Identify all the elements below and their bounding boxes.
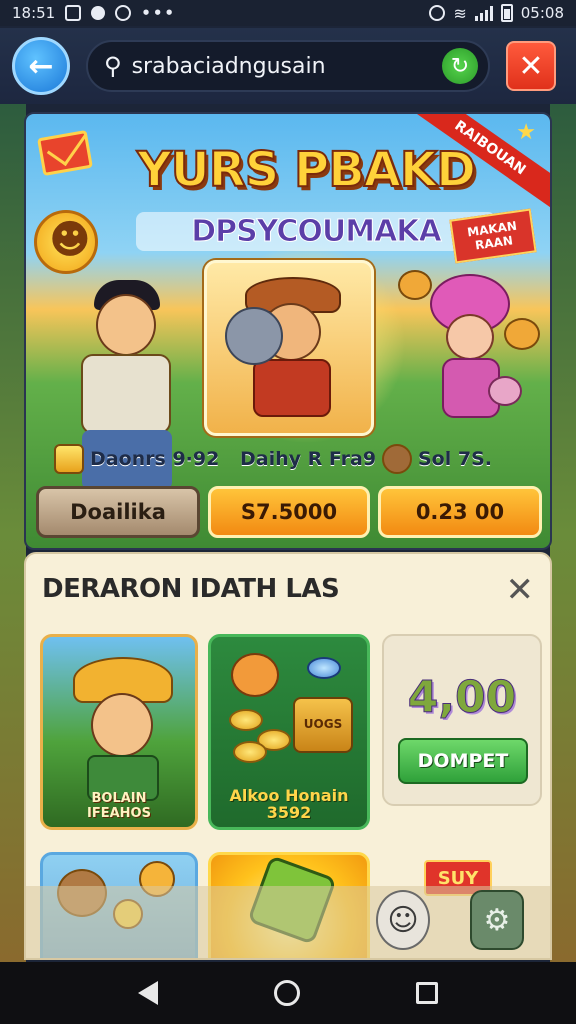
nav-home-icon[interactable] bbox=[274, 980, 300, 1006]
treasure-barrel-icon: UOGS bbox=[293, 697, 353, 753]
refresh-icon: ↻ bbox=[450, 53, 470, 79]
gear-icon: ⚙ bbox=[483, 902, 511, 938]
search-bar[interactable]: ⚲ srabaciadngusain ↻ bbox=[86, 40, 490, 92]
arrow-left-icon: ← bbox=[28, 48, 54, 84]
coin-icon bbox=[229, 709, 263, 731]
panel-title: DERARON IDATH LAS bbox=[42, 574, 340, 604]
settings-button[interactable]: ⚙ bbox=[470, 890, 524, 950]
gem-coin-icon bbox=[307, 657, 341, 679]
pet-icon bbox=[382, 444, 412, 474]
close-button[interactable]: ✕ bbox=[506, 41, 556, 91]
close-icon: ✕ bbox=[505, 570, 535, 610]
search-icon: ⚲ bbox=[104, 52, 122, 80]
explorer-character bbox=[225, 277, 351, 427]
more-notifications-icon: ••• bbox=[141, 4, 176, 22]
chest-icon bbox=[54, 444, 84, 474]
explorer-character bbox=[73, 657, 173, 801]
cat-critter-icon bbox=[504, 318, 540, 350]
nav-back-icon[interactable] bbox=[138, 981, 158, 1005]
card-caption: BOLAIN IFEAHOS bbox=[87, 791, 151, 821]
pink-hair-character bbox=[416, 274, 526, 444]
status-bar: 18:51 ••• ≋ 05:08 bbox=[0, 0, 576, 26]
mail-icon[interactable] bbox=[37, 129, 93, 177]
screenshot-icon bbox=[65, 5, 82, 21]
chat-bubble-icon: ☺ bbox=[387, 902, 419, 938]
search-input[interactable]: srabaciadngusain bbox=[132, 54, 442, 79]
promo-banner[interactable]: RAIBOUAN ★ YURS PBAKD DPSYCOUMAKA MAKAN … bbox=[24, 112, 552, 550]
card-caption: Alkoo Honain 3592 bbox=[229, 786, 349, 822]
system-nav-bar bbox=[0, 962, 576, 1024]
sync-icon bbox=[115, 5, 132, 21]
wallet-card: 4,00 DOMPET bbox=[382, 634, 542, 806]
status-time-right: 05:08 bbox=[520, 4, 564, 22]
cat-icon bbox=[231, 653, 279, 697]
pink-critter-icon bbox=[488, 376, 522, 406]
top-toolbar: ← ⚲ srabaciadngusain ↻ ✕ bbox=[0, 28, 576, 104]
offer-card-hero[interactable]: BOLAIN IFEAHOS bbox=[40, 634, 198, 830]
background-scenery-left bbox=[0, 104, 26, 962]
background-scenery-right bbox=[550, 104, 576, 962]
wallet-button[interactable]: DOMPET bbox=[398, 738, 528, 784]
signal-icon bbox=[474, 5, 493, 21]
featured-character-card[interactable] bbox=[204, 260, 374, 436]
smiley-badge-icon bbox=[34, 210, 98, 274]
price-button-2[interactable]: 0.23 00 bbox=[378, 486, 542, 538]
stat-sol: Sol 7S. bbox=[382, 442, 492, 476]
price-button-1[interactable]: S7.5000 bbox=[208, 486, 370, 538]
chat-button[interactable]: ☺ bbox=[376, 890, 430, 950]
back-button[interactable]: ← bbox=[12, 37, 70, 95]
stat-daily: Daihy R Fra9 bbox=[240, 448, 377, 470]
banner-title: YURS PBAKD bbox=[136, 141, 477, 199]
banner-subtitle: DPSYCOUMAKA bbox=[136, 212, 496, 251]
battery-icon bbox=[500, 4, 513, 22]
offer-card-coins[interactable]: UOGS Alkoo Honain 3592 bbox=[208, 634, 370, 830]
alarm-icon bbox=[429, 5, 446, 21]
location-icon bbox=[91, 6, 106, 20]
stat-diamonds: Daonrs 9·92 bbox=[54, 442, 219, 476]
close-icon: ✕ bbox=[518, 48, 544, 84]
refresh-button[interactable]: ↻ bbox=[442, 48, 478, 84]
wallet-balance: 4,00 bbox=[407, 672, 517, 724]
fox-critter-icon bbox=[398, 270, 432, 300]
download-button[interactable]: Doailika bbox=[36, 486, 200, 538]
wifi-icon: ≋ bbox=[453, 3, 467, 23]
nav-recent-apps-icon[interactable] bbox=[416, 982, 438, 1004]
coin-icon bbox=[233, 741, 267, 763]
elephant-companion bbox=[225, 307, 283, 365]
star-icon: ★ bbox=[516, 120, 536, 145]
panel-close-button[interactable]: ✕ bbox=[506, 570, 535, 610]
status-time-left: 18:51 bbox=[12, 4, 56, 22]
